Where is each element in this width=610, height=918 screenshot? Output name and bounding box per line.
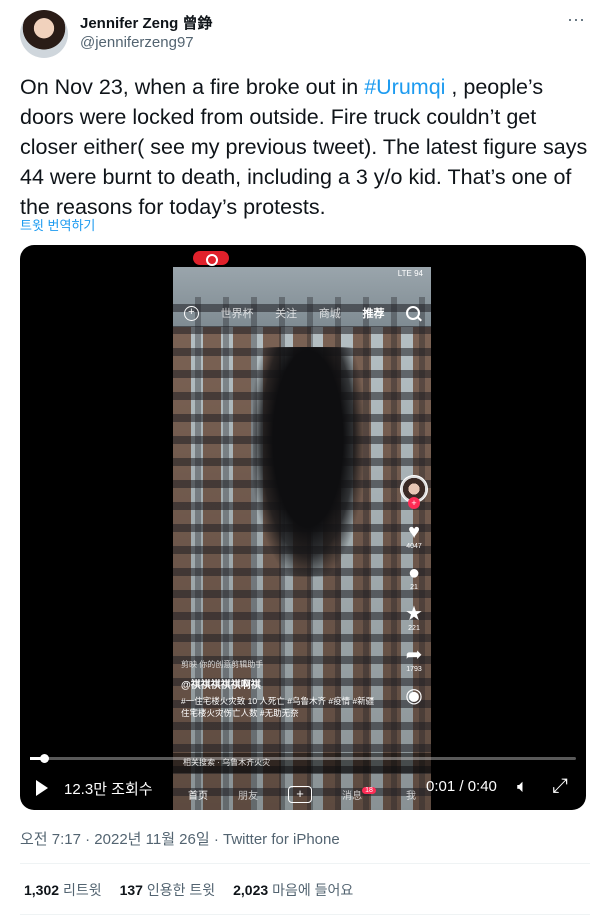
favorite-count: 221	[408, 625, 420, 632]
divider	[20, 914, 590, 915]
quotes-stat[interactable]: 137 인용한 트윗	[120, 880, 216, 900]
tab-recommended: 推荐	[362, 308, 385, 320]
divider	[20, 863, 590, 864]
burn-marks	[253, 347, 363, 577]
video-player[interactable]: LTE 94 + 世界杯 关注 商城 推荐 + ♥ 4047 ● 21 ★ 22…	[20, 245, 586, 810]
tweet-text-start: On Nov 23, when a fire broke out in	[20, 75, 365, 99]
quotes-label: 인용한 트윗	[146, 882, 216, 898]
comment-count: 21	[410, 584, 418, 591]
likes-label: 마음에 들어요	[272, 882, 354, 898]
quotes-count: 137	[119, 882, 143, 898]
hashtag-link[interactable]: #Urumqi	[364, 75, 445, 99]
volume-icon[interactable]: 🔈︎	[517, 776, 528, 797]
related-search: 相关搜索 · 乌鲁木齐火灾	[173, 753, 431, 773]
author-name[interactable]: Jennifer Zeng 曾錚	[80, 12, 213, 33]
share-count: 1793	[406, 666, 422, 673]
side-action-bar: + ♥ 4047 ● 21 ★ 221 ➦ 1793 ◉	[399, 475, 429, 707]
douyin-top-tabs: + 世界杯 关注 商城 推荐	[173, 301, 431, 325]
tab-mall: 商城	[318, 308, 341, 320]
tweet-stats: 1,302 리트윗 137 인용한 트윗 2,023 마음에 들어요	[24, 880, 353, 900]
video-progress-bar[interactable]	[30, 754, 576, 763]
play-icon[interactable]	[36, 780, 48, 796]
tab-world-cup: 世界杯	[220, 308, 254, 320]
video-author: @祺祺祺祺祺啊祺	[181, 680, 261, 691]
video-controls: 12.3만 조회수 0:01 / 0:40 🔈︎ ⤢	[20, 775, 586, 799]
phone-screen-recording: LTE 94 + 世界杯 关注 商城 推荐 + ♥ 4047 ● 21 ★ 22…	[173, 267, 431, 810]
author-handle[interactable]: @jenniferzeng97	[80, 34, 194, 51]
star-icon: ★	[405, 603, 423, 625]
progress-knob[interactable]	[39, 754, 49, 763]
add-icon: +	[183, 305, 199, 321]
phone-status-bar: LTE 94	[397, 269, 423, 278]
comment-icon: ●	[407, 562, 421, 584]
tweet-timestamp[interactable]: 오전 7:17 · 2022년 11월 26일 · Twitter for iP…	[20, 828, 340, 849]
author-avatar[interactable]	[20, 10, 68, 58]
video-time: 0:01 / 0:40	[426, 778, 497, 795]
likes-stat[interactable]: 2,023 마음에 들어요	[233, 880, 353, 900]
heart-icon: ♥	[408, 521, 420, 543]
tweet-text: On Nov 23, when a fire broke out in #Uru…	[20, 72, 590, 222]
video-description: #一住宅楼火灾致 10 人死亡 #乌鲁木齐 #疫情 #新疆住宅楼火灾伤亡人数 #…	[181, 696, 375, 718]
retweets-count: 1,302	[24, 882, 60, 898]
more-dots-icon[interactable]: ···	[562, 10, 590, 32]
share-icon: ➦	[405, 644, 423, 666]
view-count: 12.3만 조회수	[64, 781, 153, 798]
translate-tweet-link[interactable]: 트윗 번역하기	[20, 215, 95, 234]
music-disc-icon: ◉	[405, 685, 423, 707]
search-icon	[406, 306, 421, 320]
retweets-label: 리트윗	[62, 882, 102, 898]
screen-record-indicator	[193, 251, 229, 266]
fullscreen-icon[interactable]: ⤢	[552, 775, 568, 798]
capcut-label: 剪映 你的创意剪辑助手	[181, 660, 264, 669]
tab-following: 关注	[275, 308, 298, 320]
follow-plus-icon: +	[408, 497, 420, 509]
likes-count: 2,023	[233, 882, 269, 898]
like-count: 4047	[406, 543, 422, 550]
retweets-stat[interactable]: 1,302 리트윗	[24, 880, 102, 900]
video-caption: 剪映 你的创意剪辑助手 @祺祺祺祺祺啊祺 #一住宅楼火灾致 10 人死亡 #乌鲁…	[181, 659, 381, 719]
